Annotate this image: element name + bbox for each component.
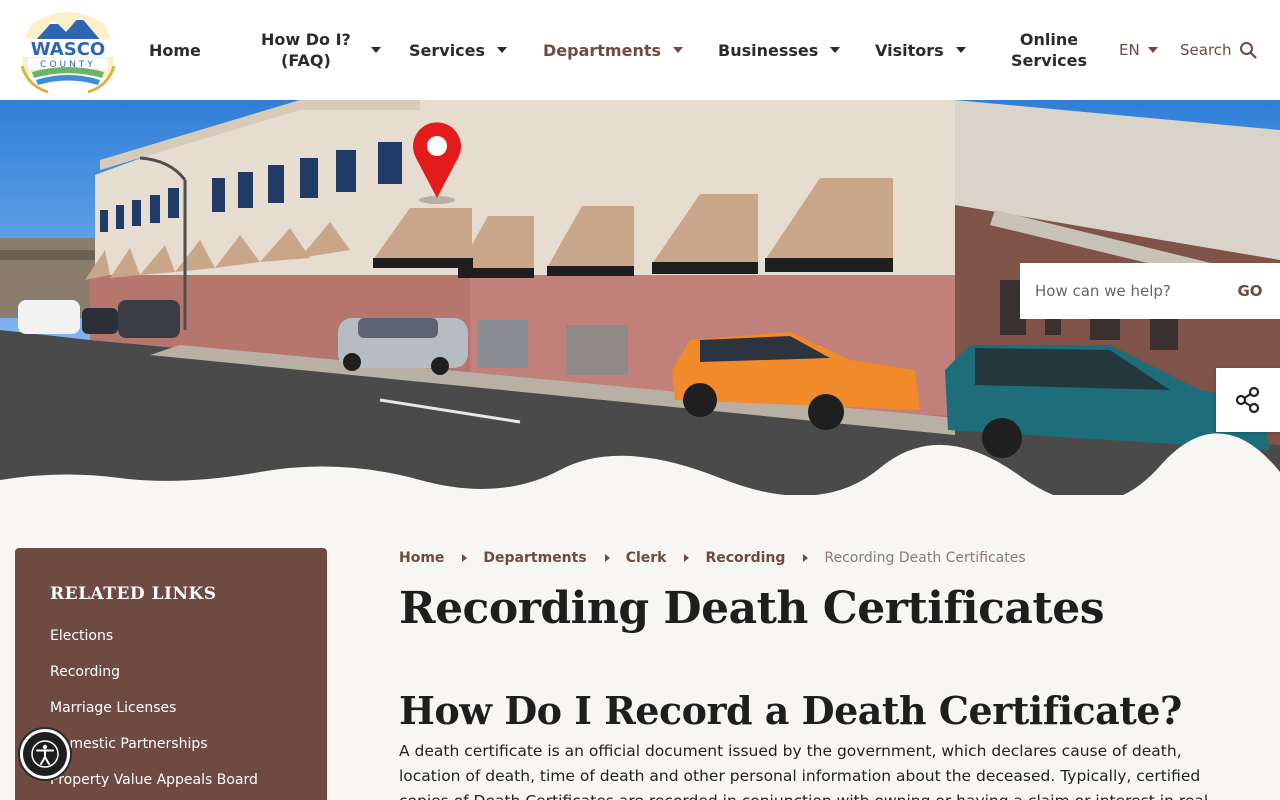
site-header: WASCO COUNTY Home How Do I? (FAQ) Service… bbox=[0, 0, 1280, 100]
accessibility-button[interactable] bbox=[18, 727, 72, 781]
share-button[interactable] bbox=[1216, 368, 1280, 432]
chevron-down-icon bbox=[830, 47, 841, 53]
related-link-property-value-appeals-board[interactable]: Property Value Appeals Board bbox=[50, 770, 292, 800]
breadcrumb: Home Departments Clerk Recording Recordi… bbox=[399, 548, 1026, 568]
breadcrumb-current: Recording Death Certificates bbox=[824, 550, 1026, 566]
related-link-domestic-partnerships[interactable]: Domestic Partnerships bbox=[50, 734, 292, 770]
nav-how-do-i-line1: How Do I? bbox=[261, 30, 351, 49]
nav-businesses[interactable]: Businesses bbox=[718, 0, 841, 100]
related-links-title: RELATED LINKS bbox=[50, 584, 217, 604]
nav-online-line2: Services bbox=[1011, 51, 1088, 70]
help-search-input[interactable] bbox=[1020, 263, 1220, 319]
chevron-down-icon bbox=[1147, 47, 1158, 53]
accessibility-icon-wrap bbox=[23, 732, 67, 776]
page-title: Recording Death Certificates bbox=[399, 583, 1105, 634]
chevron-right-icon bbox=[462, 554, 468, 562]
chevron-down-icon bbox=[497, 47, 508, 53]
nav-departments-label: Departments bbox=[543, 40, 662, 60]
chevron-right-icon bbox=[803, 554, 809, 562]
related-link-marriage-licenses[interactable]: Marriage Licenses bbox=[50, 698, 292, 734]
section-title: How Do I Record a Death Certificate? bbox=[399, 688, 1182, 733]
help-go-button[interactable]: GO bbox=[1220, 263, 1280, 319]
body-paragraph: A death certificate is an official docum… bbox=[399, 742, 1208, 800]
nav-services-label: Services bbox=[409, 40, 486, 60]
chevron-down-icon bbox=[673, 47, 684, 53]
chevron-down-icon bbox=[370, 47, 381, 53]
nav-online-services-label: Online Services bbox=[1011, 29, 1087, 71]
nav-businesses-label: Businesses bbox=[718, 40, 819, 60]
nav-how-do-i-line2: (FAQ) bbox=[281, 51, 331, 70]
breadcrumb-departments[interactable]: Departments bbox=[483, 550, 586, 566]
nav-departments[interactable]: Departments bbox=[543, 0, 684, 100]
nav-how-do-i-label: How Do I? (FAQ) bbox=[261, 29, 351, 71]
breadcrumb-home[interactable]: Home bbox=[399, 550, 444, 566]
chevron-down-icon bbox=[955, 47, 966, 53]
nav-home[interactable]: Home bbox=[149, 0, 201, 100]
help-search-box: GO bbox=[1020, 263, 1280, 319]
nav-visitors[interactable]: Visitors bbox=[875, 0, 966, 100]
wasco-county-logo[interactable]: WASCO COUNTY bbox=[14, 6, 122, 94]
nav-online-line1: Online bbox=[1019, 30, 1079, 49]
hero-banner: GO bbox=[0, 100, 1280, 495]
nav-services[interactable]: Services bbox=[409, 0, 508, 100]
language-selector[interactable]: EN bbox=[1119, 0, 1158, 100]
search-label: Search bbox=[1180, 41, 1232, 59]
search-icon bbox=[1239, 42, 1257, 59]
svg-text:WASCO: WASCO bbox=[31, 39, 105, 60]
related-link-recording[interactable]: Recording bbox=[50, 662, 292, 698]
language-label: EN bbox=[1119, 41, 1140, 59]
nav-visitors-label: Visitors bbox=[875, 40, 944, 60]
breadcrumb-clerk[interactable]: Clerk bbox=[626, 550, 667, 566]
nav-how-do-i[interactable]: How Do I? (FAQ) bbox=[261, 0, 381, 100]
accessibility-icon bbox=[31, 740, 59, 768]
header-search-button[interactable]: Search bbox=[1180, 0, 1257, 100]
nav-home-label: Home bbox=[149, 40, 201, 60]
breadcrumb-recording[interactable]: Recording bbox=[705, 550, 785, 566]
chevron-right-icon bbox=[684, 554, 690, 562]
related-link-elections[interactable]: Elections bbox=[50, 626, 292, 662]
nav-online-services[interactable]: Online Services bbox=[1011, 0, 1087, 100]
chevron-right-icon bbox=[604, 554, 610, 562]
share-icon bbox=[1235, 386, 1260, 414]
logo-emblem-icon: WASCO COUNTY bbox=[20, 12, 116, 94]
